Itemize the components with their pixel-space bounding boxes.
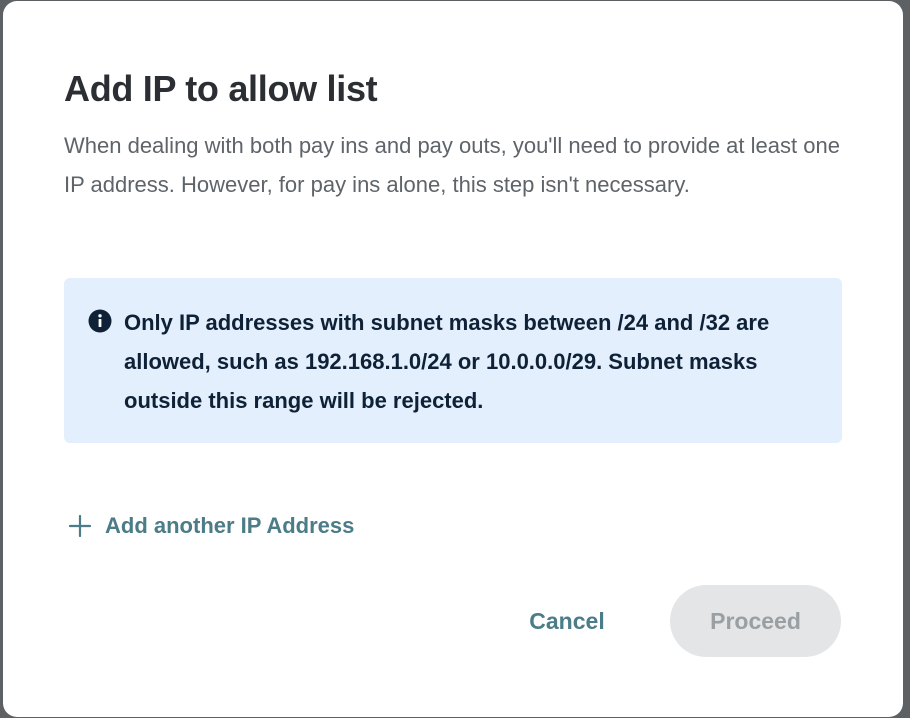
info-callout: Only IP addresses with subnet masks betw… [64, 278, 842, 443]
cancel-button[interactable]: Cancel [503, 585, 631, 657]
add-another-ip-label: Add another IP Address [105, 513, 355, 538]
proceed-button[interactable]: Proceed [670, 585, 841, 657]
dialog-description: When dealing with both pay ins and pay o… [64, 133, 840, 197]
info-callout-text: Only IP addresses with subnet masks betw… [124, 310, 770, 413]
plus-icon [68, 514, 92, 538]
add-another-ip-button[interactable]: Add another IP Address [68, 509, 355, 543]
info-icon [88, 309, 112, 333]
dialog-title: Add IP to allow list [64, 68, 378, 109]
add-ip-dialog: Add IP to allow list When dealing with b… [3, 1, 903, 717]
